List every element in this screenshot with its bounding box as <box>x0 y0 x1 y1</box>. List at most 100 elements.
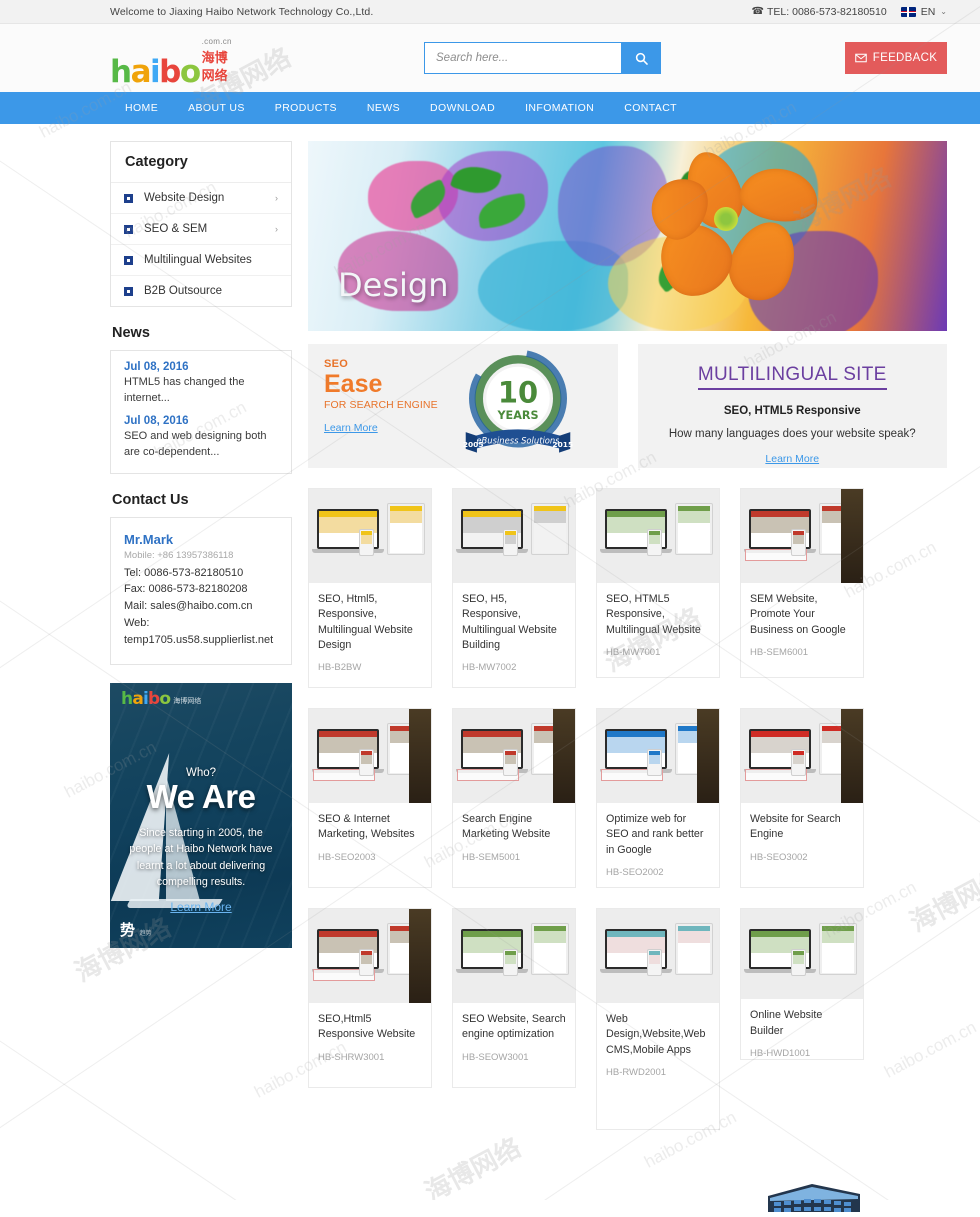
watermark-chinese: 海博网络 <box>417 1128 526 1200</box>
product-sku: HB-SEO2003 <box>318 852 422 863</box>
thumb-side-strip <box>697 709 719 803</box>
search-input[interactable] <box>424 42 621 74</box>
chevron-right-icon: › <box>275 224 278 234</box>
product-card[interactable]: SEO, HTML5 Responsive, Multilingual Webs… <box>596 488 720 678</box>
logo-domain: .com.cn <box>202 37 232 46</box>
product-card[interactable]: Optimize web for SEO and rank better in … <box>596 708 720 888</box>
product-title: SEO, Html5, Responsive, Multilingual Web… <box>318 592 422 653</box>
promo-multilingual-heading: MULTILINGUAL SITE <box>698 364 887 390</box>
feedback-button[interactable]: FEEDBACK <box>845 42 947 74</box>
promo-learn-more-link[interactable]: Learn More <box>170 900 231 914</box>
badge-number: 10 <box>497 375 537 409</box>
product-sku: HB-MW7002 <box>462 662 566 673</box>
phone-mockup <box>359 749 374 776</box>
bullet-square-icon <box>124 225 133 234</box>
sidebar-item-website-design[interactable]: Website Design› <box>111 183 291 214</box>
product-card[interactable]: SEM Website, Promote Your Business on Go… <box>740 488 864 678</box>
thumb-side-strip <box>841 709 863 803</box>
promo-multilingual-learn-more-link[interactable]: Learn More <box>765 453 819 465</box>
nav-item-home[interactable]: HOME <box>110 92 173 124</box>
badge-ribbon: eBusiness Solutions <box>476 435 560 445</box>
tel-info: ☎ TEL: 0086-573-82180510 <box>752 6 887 18</box>
search-button[interactable] <box>621 42 661 74</box>
thumb-side-strip <box>409 909 431 1003</box>
product-sku: HB-B2BW <box>318 662 422 673</box>
news-item[interactable]: Jul 08, 2016SEO and web designing both a… <box>124 415 278 461</box>
hero-blob-purple <box>438 151 548 241</box>
hero-banner[interactable]: Design <box>308 141 947 331</box>
promo-row: SEO Ease FOR SEARCH ENGINE Learn More 10… <box>308 344 947 468</box>
product-thumbnail <box>309 709 431 803</box>
product-card[interactable]: Website for Search Engine HB-SEO3002 <box>740 708 864 888</box>
main-navigation: HOMEABOUT USPRODUCTSNEWSDOWNLOADINFOMATI… <box>0 92 980 124</box>
phone-mockup <box>503 749 518 776</box>
product-card[interactable]: SEO, Html5, Responsive, Multilingual Web… <box>308 488 432 688</box>
product-thumbnail <box>597 909 719 1003</box>
nav-item-infomation[interactable]: INFOMATION <box>510 92 609 124</box>
site-logo[interactable]: haibo .com.cn 海博网络 <box>110 31 240 86</box>
product-sku: HB-SEM5001 <box>462 852 566 863</box>
promo-heading: We Are <box>122 780 280 815</box>
product-thumbnail <box>741 909 863 999</box>
news-item[interactable]: Jul 08, 2016HTML5 has changed the intern… <box>124 361 278 407</box>
logo-letter-b: b <box>159 54 180 90</box>
nav-item-contact[interactable]: CONTACT <box>609 92 692 124</box>
product-title: SEO & Internet Marketing, Websites <box>318 812 422 843</box>
product-thumbnail <box>453 709 575 803</box>
logo-letter-o: o <box>180 54 200 90</box>
uk-flag-icon <box>901 7 916 17</box>
language-selector[interactable]: EN ⌄ <box>901 6 947 18</box>
nav-item-products[interactable]: PRODUCTS <box>260 92 352 124</box>
product-card[interactable]: Online Website BuilderHB-HWD1001 <box>740 908 864 1060</box>
product-sku: HB-SEO3002 <box>750 852 854 863</box>
product-thumbnail <box>309 489 431 583</box>
feedback-label: FEEDBACK <box>873 52 937 64</box>
promo-multilingual[interactable]: MULTILINGUAL SITE SEO, HTML5 Responsive … <box>638 344 948 468</box>
phone-icon: ☎ <box>752 6 764 17</box>
language-label: EN <box>921 6 936 18</box>
bullet-square-icon <box>124 194 133 203</box>
logo-chinese: 海博网络 <box>202 51 228 84</box>
product-sku: HB-RWD2001 <box>606 1067 710 1078</box>
tablet-mockup <box>675 923 713 975</box>
nav-item-about-us[interactable]: ABOUT US <box>173 92 260 124</box>
product-card[interactable]: Web Design,Website,Web CMS,Mobile AppsHB… <box>596 908 720 1130</box>
ten-years-badge: 10 YEARS eBusiness Solutions 2005 2015 <box>462 350 574 462</box>
product-card[interactable]: SEO, H5, Responsive, Multilingual Websit… <box>452 488 576 688</box>
product-thumbnail <box>597 709 719 803</box>
envelope-icon <box>855 53 867 63</box>
phone-mockup <box>791 749 806 776</box>
sidebar-item-b2b-outsource[interactable]: B2B Outsource <box>111 276 291 306</box>
product-sku: HB-SEO2002 <box>606 867 710 878</box>
we-are-promo[interactable]: haibo 海博网络 Who? We Are Since starting in… <box>110 683 292 948</box>
promo-seo-learn-more-link[interactable]: Learn More <box>324 422 378 434</box>
product-title: SEM Website, Promote Your Business on Go… <box>750 592 854 638</box>
promo-seo-ease[interactable]: SEO Ease FOR SEARCH ENGINE Learn More 10… <box>308 344 618 468</box>
news-title: News <box>112 325 292 341</box>
promo-foot-big: 势 <box>120 921 135 939</box>
product-sku: HB-HWD1001 <box>750 1048 854 1059</box>
sidebar-item-multilingual-websites[interactable]: Multilingual Websites <box>111 245 291 276</box>
product-card[interactable]: SEO & Internet Marketing, Websites HB-SEO… <box>308 708 432 888</box>
sidebar-item-seo-sem[interactable]: SEO & SEM› <box>111 214 291 245</box>
product-card[interactable]: Search Engine Marketing Website HB-SEM500… <box>452 708 576 888</box>
category-title: Category <box>111 142 291 183</box>
product-card[interactable]: SEO Website, Search engine optimizationH… <box>452 908 576 1088</box>
nav-item-download[interactable]: DOWNLOAD <box>415 92 510 124</box>
product-title: Website for Search Engine <box>750 812 854 843</box>
product-title: Search Engine Marketing Website <box>462 812 566 843</box>
nav-item-news[interactable]: NEWS <box>352 92 415 124</box>
tablet-mockup <box>387 503 425 555</box>
product-title: SEO,Html5 Responsive Website <box>318 1012 422 1043</box>
news-panel: Jul 08, 2016HTML5 has changed the intern… <box>110 350 292 474</box>
badge-to: 2015 <box>552 440 573 449</box>
bullet-square-icon <box>124 256 133 265</box>
product-thumbnail <box>597 489 719 583</box>
product-image <box>597 489 719 583</box>
badge-years: YEARS <box>496 409 538 422</box>
thumb-side-strip <box>841 489 863 583</box>
contact-tel: Tel: 0086-573-82180510 <box>124 565 278 582</box>
product-card[interactable]: SEO,Html5 Responsive WebsiteHB-SHRW3001 <box>308 908 432 1088</box>
search-box <box>424 42 661 74</box>
product-image <box>597 709 719 803</box>
